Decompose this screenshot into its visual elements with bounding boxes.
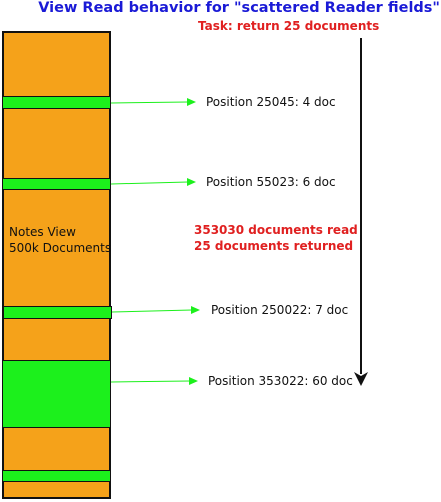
read-direction-arrow (354, 38, 368, 386)
summary-line1: 353030 documents read (194, 223, 358, 237)
position-arrow-2 (110, 178, 196, 186)
position-label-4: Position 353022: 60 doc (208, 374, 353, 388)
position-label-3: Position 250022: 7 doc (211, 303, 349, 317)
summary-line2: 25 documents returned (194, 239, 354, 253)
summary-text: 353030 documents read 25 documents retur… (194, 222, 358, 254)
position-arrow-3 (111, 306, 200, 314)
position-arrow-1 (110, 98, 196, 106)
position-label-1: Position 25045: 4 doc (206, 95, 336, 109)
position-label-2: Position 55023: 6 doc (206, 175, 336, 189)
position-arrow-4 (110, 377, 198, 385)
